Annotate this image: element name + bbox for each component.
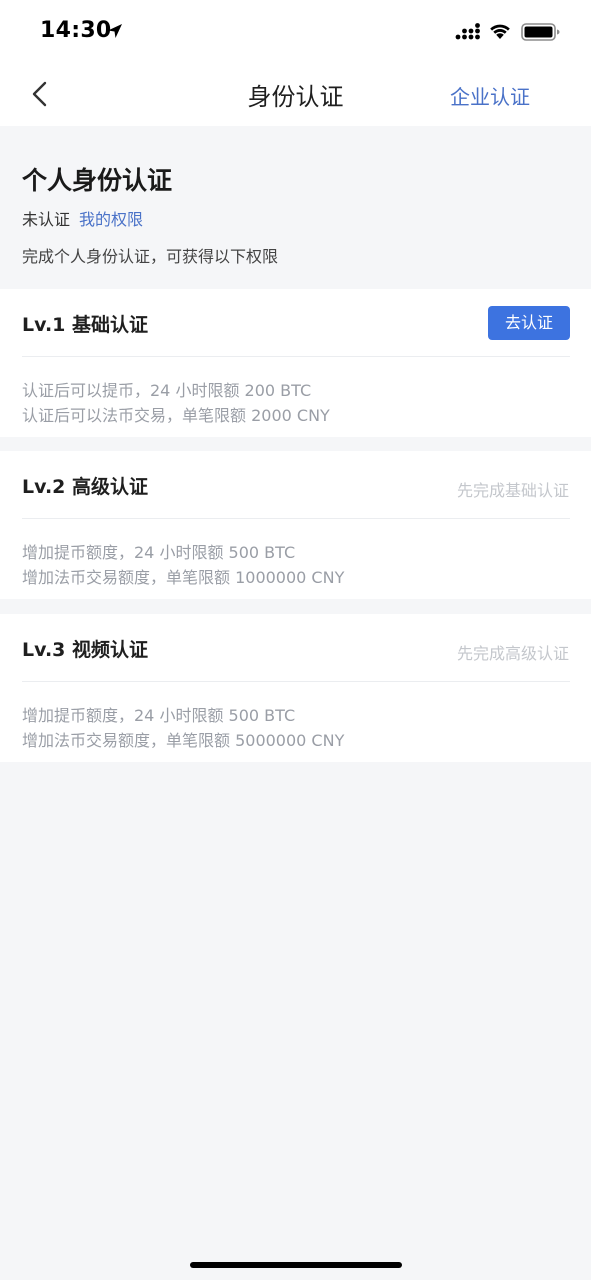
cellular-signal-icon bbox=[455, 23, 480, 40]
benefit-text: 增加法币交易额度，单笔限额 1000000 CNY bbox=[22, 568, 345, 587]
status-time: 14:30 bbox=[40, 18, 112, 43]
navigation-bar: 身份认证 企业认证 bbox=[0, 62, 591, 126]
verification-status: 未认证 bbox=[22, 210, 71, 229]
battery-icon bbox=[521, 23, 560, 41]
divider bbox=[22, 681, 570, 682]
prerequisite-status: 先完成基础认证 bbox=[456, 481, 569, 500]
go-verify-button[interactable]: 去认证 bbox=[488, 306, 570, 340]
section-title: 个人身份认证 bbox=[22, 166, 173, 195]
section-description: 完成个人身份认证，可获得以下权限 bbox=[22, 247, 279, 266]
my-permissions-link[interactable]: 我的权限 bbox=[79, 210, 143, 229]
level-title: Lv.2 高级认证 bbox=[22, 476, 148, 498]
benefit-text: 认证后可以提币，24 小时限额 200 BTC bbox=[22, 381, 312, 400]
status-bar: 14:30 bbox=[0, 0, 591, 62]
personal-verification-header: 个人身份认证 未认证 我的权限 完成个人身份认证，可获得以下权限 bbox=[0, 126, 591, 281]
level-3-card: Lv.3 视频认证 先完成高级认证 增加提币额度，24 小时限额 500 BTC… bbox=[0, 614, 591, 762]
benefit-text: 认证后可以法币交易，单笔限额 2000 CNY bbox=[22, 406, 330, 425]
enterprise-verification-link[interactable]: 企业认证 bbox=[450, 81, 530, 110]
level-1-card: Lv.1 基础认证 去认证 认证后可以提币，24 小时限额 200 BTC 认证… bbox=[0, 289, 591, 437]
benefit-text: 增加提币额度，24 小时限额 500 BTC bbox=[22, 706, 296, 725]
benefit-text: 增加法币交易额度，单笔限额 5000000 CNY bbox=[22, 731, 345, 750]
level-2-card: Lv.2 高级认证 先完成基础认证 增加提币额度，24 小时限额 500 BTC… bbox=[0, 451, 591, 599]
prerequisite-status: 先完成高级认证 bbox=[456, 644, 569, 663]
benefit-text: 增加提币额度，24 小时限额 500 BTC bbox=[22, 543, 296, 562]
home-indicator[interactable] bbox=[190, 1262, 402, 1268]
location-arrow-icon bbox=[108, 24, 122, 38]
divider bbox=[22, 356, 570, 357]
level-title: Lv.1 基础认证 bbox=[22, 314, 148, 336]
divider bbox=[22, 518, 570, 519]
level-title: Lv.3 视频认证 bbox=[22, 639, 148, 661]
verification-status-row: 未认证 我的权限 bbox=[22, 206, 143, 230]
wifi-icon bbox=[490, 24, 510, 39]
